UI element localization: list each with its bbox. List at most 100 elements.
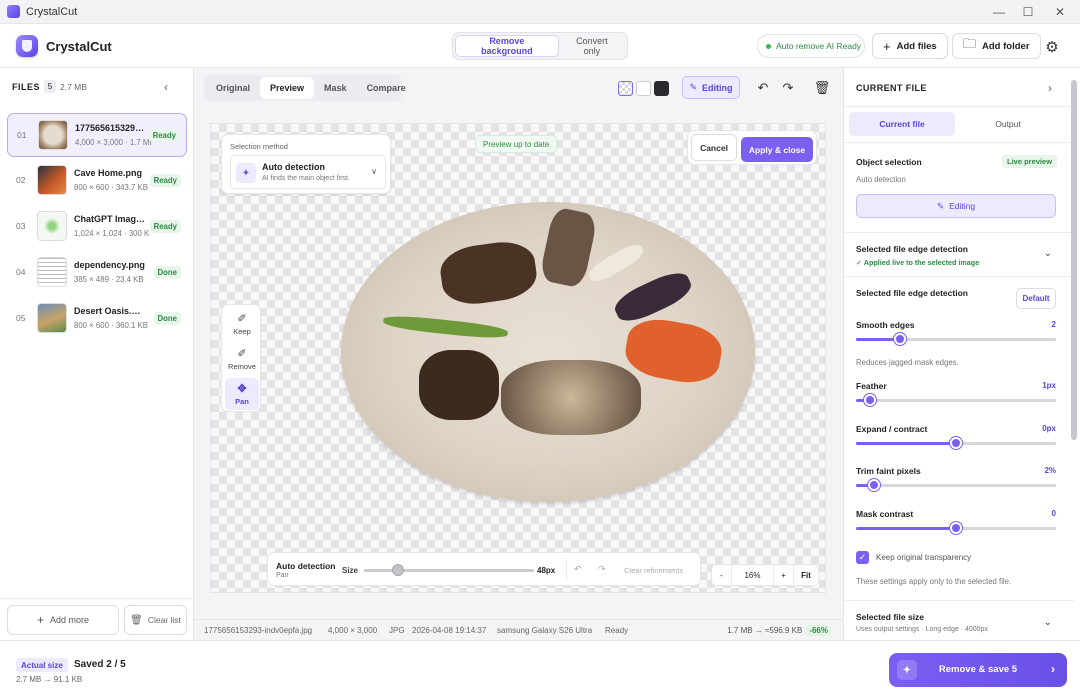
zoom-controls: - 16% + Fit [711, 564, 819, 586]
add-folder-button[interactable]: 🗀 Add folder [952, 33, 1041, 59]
divider [844, 232, 1074, 233]
tab-output[interactable]: Output [955, 112, 1061, 136]
slider-track[interactable] [856, 399, 1056, 402]
settings-gear-icon[interactable]: ⚙ [1042, 37, 1062, 57]
window-title: CrystalCut [26, 6, 78, 18]
zoom-in-button[interactable]: + [774, 565, 794, 585]
status-device: samsung Galaxy S26 Ultra [497, 626, 593, 635]
remove-save-button[interactable]: ✦ Remove & save 5 › [889, 653, 1067, 687]
clear-list-button[interactable]: 🗑 Clear list [124, 605, 187, 635]
white-background-swatch[interactable] [636, 80, 651, 96]
divider [844, 106, 1074, 107]
tab-compare[interactable]: Compare [357, 77, 416, 99]
sidebar-footer: + Add more 🗑 Clear list [0, 598, 194, 640]
tab-preview[interactable]: Preview [260, 77, 315, 99]
brush-size-slider[interactable] [364, 569, 534, 572]
file-item[interactable]: 03 ChatGPT Image.png 1,024 × 1,024 · 300… [7, 205, 187, 249]
tab-current-file[interactable]: Current file [849, 112, 955, 136]
slider-handle[interactable] [868, 479, 880, 491]
slider-handle[interactable] [950, 437, 962, 449]
checker-background-swatch[interactable] [618, 80, 633, 96]
feather-slider[interactable]: Feather 1px [856, 381, 1056, 421]
brush-remove-icon: ✐ [237, 348, 247, 360]
zoom-out-button[interactable]: - [712, 565, 732, 585]
file-size-chevron-icon[interactable]: ⌄ [1044, 617, 1052, 628]
pan-tool-button[interactable]: ✥ Pan [225, 378, 259, 410]
remove-tool-button[interactable]: ✐ Remove [225, 343, 259, 375]
add-folder-label: Add folder [982, 40, 1030, 52]
food-meat-shape [437, 237, 540, 309]
files-total-size: 2.7 MB [60, 82, 87, 92]
mask-contrast-slider[interactable]: Mask contrast 0 [856, 509, 1056, 549]
slider-label: Smooth edges [856, 320, 915, 330]
keep-tool-button[interactable]: ✐ Keep [225, 308, 259, 340]
status-badge: Done [153, 266, 181, 279]
brush-size-handle[interactable] [392, 564, 404, 576]
ai-status-text: Auto remove AI Ready [776, 41, 862, 51]
clear-refinements-button[interactable]: Clear refinements [624, 566, 683, 575]
divider [566, 559, 567, 581]
file-number: 04 [16, 267, 26, 277]
delete-trash-icon[interactable]: 🗑 [812, 78, 832, 98]
brand-name: CrystalCut [46, 39, 112, 54]
add-more-button[interactable]: + Add more [7, 605, 119, 635]
zoom-fit-button[interactable]: Fit [794, 565, 818, 585]
file-item[interactable]: 02 Cave Home.png 800 × 600 · 343.7 KB Re… [7, 159, 187, 203]
status-format: JPG [389, 626, 405, 635]
edge-section-chevron-icon[interactable]: ⌄ [1044, 248, 1052, 259]
expand-contract-slider[interactable]: Expand / contract 0px [856, 424, 1056, 464]
slider-handle[interactable] [894, 333, 906, 345]
slider-label: Expand / contract [856, 424, 928, 434]
slider-label: Mask contrast [856, 509, 914, 519]
edge-detection-heading: Selected file edge detection [856, 244, 968, 254]
editing-toggle-button[interactable]: ✎ Editing [682, 76, 740, 99]
pencil-icon: ✎ [689, 82, 698, 92]
slider-fill [856, 442, 956, 445]
file-dims: 800 × 600 · 343.7 KB [74, 183, 148, 192]
redo-refine-icon[interactable]: ↷ [598, 564, 606, 575]
selection-method-dropdown[interactable]: ✦ Auto detection AI finds the main objec… [230, 155, 386, 189]
maximize-button[interactable]: ☐ [1013, 2, 1043, 22]
food-pepper-shape [382, 313, 509, 341]
file-thumbnail [37, 257, 67, 287]
slider-handle[interactable] [864, 394, 876, 406]
object-editing-button[interactable]: ✎ Editing [856, 194, 1056, 218]
collapse-sidebar-chevron-icon[interactable]: ‹ [164, 80, 168, 94]
undo-refine-icon[interactable]: ↶ [574, 564, 582, 575]
keep-transparency-checkbox[interactable]: ✓ [856, 551, 869, 564]
mode-convert-only[interactable]: Convert only [559, 35, 625, 57]
food-noodles-shape [501, 360, 641, 435]
trash-icon: 🗑 [130, 614, 143, 626]
close-window-button[interactable]: ✕ [1045, 2, 1075, 22]
cancel-button[interactable]: Cancel [691, 134, 737, 161]
default-button[interactable]: Default [1016, 288, 1056, 309]
image-canvas[interactable]: Selection method ✦ Auto detection AI fin… [210, 123, 826, 593]
pan-tool-label: Pan [235, 397, 249, 406]
slider-handle[interactable] [950, 522, 962, 534]
file-item[interactable]: 04 dependency.png 385 × 489 · 23.4 KB Do… [7, 251, 187, 295]
panel-collapse-chevron-icon[interactable]: › [1048, 81, 1052, 95]
file-item[interactable]: 05 Desert Oasis.png 800 × 600 · 360.1 KB… [7, 297, 187, 341]
dark-background-swatch[interactable] [654, 80, 669, 96]
slider-value: 2% [1044, 466, 1056, 475]
minimize-button[interactable]: — [984, 2, 1014, 22]
tab-mask[interactable]: Mask [314, 77, 357, 99]
panel-scrollbar[interactable] [1071, 80, 1077, 440]
redo-icon[interactable]: ↷ [778, 78, 798, 98]
file-item[interactable]: 01 1775656153293-indv0epfa.jpg 4,000 × 3… [7, 113, 187, 157]
apply-close-button[interactable]: Apply & close [741, 137, 813, 162]
size-change-text: 1.7 MB → ≈596.9 KB [727, 625, 803, 635]
editing-label: Editing [702, 82, 733, 93]
file-thumbnail [37, 165, 67, 195]
undo-icon[interactable]: ↶ [753, 78, 773, 98]
file-name: Cave Home.png [74, 168, 143, 178]
slider-value: 0 [1051, 509, 1056, 518]
mode-remove-background[interactable]: Remove background [455, 35, 559, 57]
trim-faint-pixels-slider[interactable]: Trim faint pixels 2% [856, 466, 1056, 506]
add-files-button[interactable]: + Add files [872, 33, 948, 59]
tab-original[interactable]: Original [206, 77, 260, 99]
slider-track[interactable] [856, 484, 1056, 487]
file-size-heading: Selected file size [856, 612, 925, 622]
status-dims: 4,000 × 3,000 [328, 626, 378, 635]
smooth-edges-slider[interactable]: Smooth edges 2 [856, 320, 1056, 360]
